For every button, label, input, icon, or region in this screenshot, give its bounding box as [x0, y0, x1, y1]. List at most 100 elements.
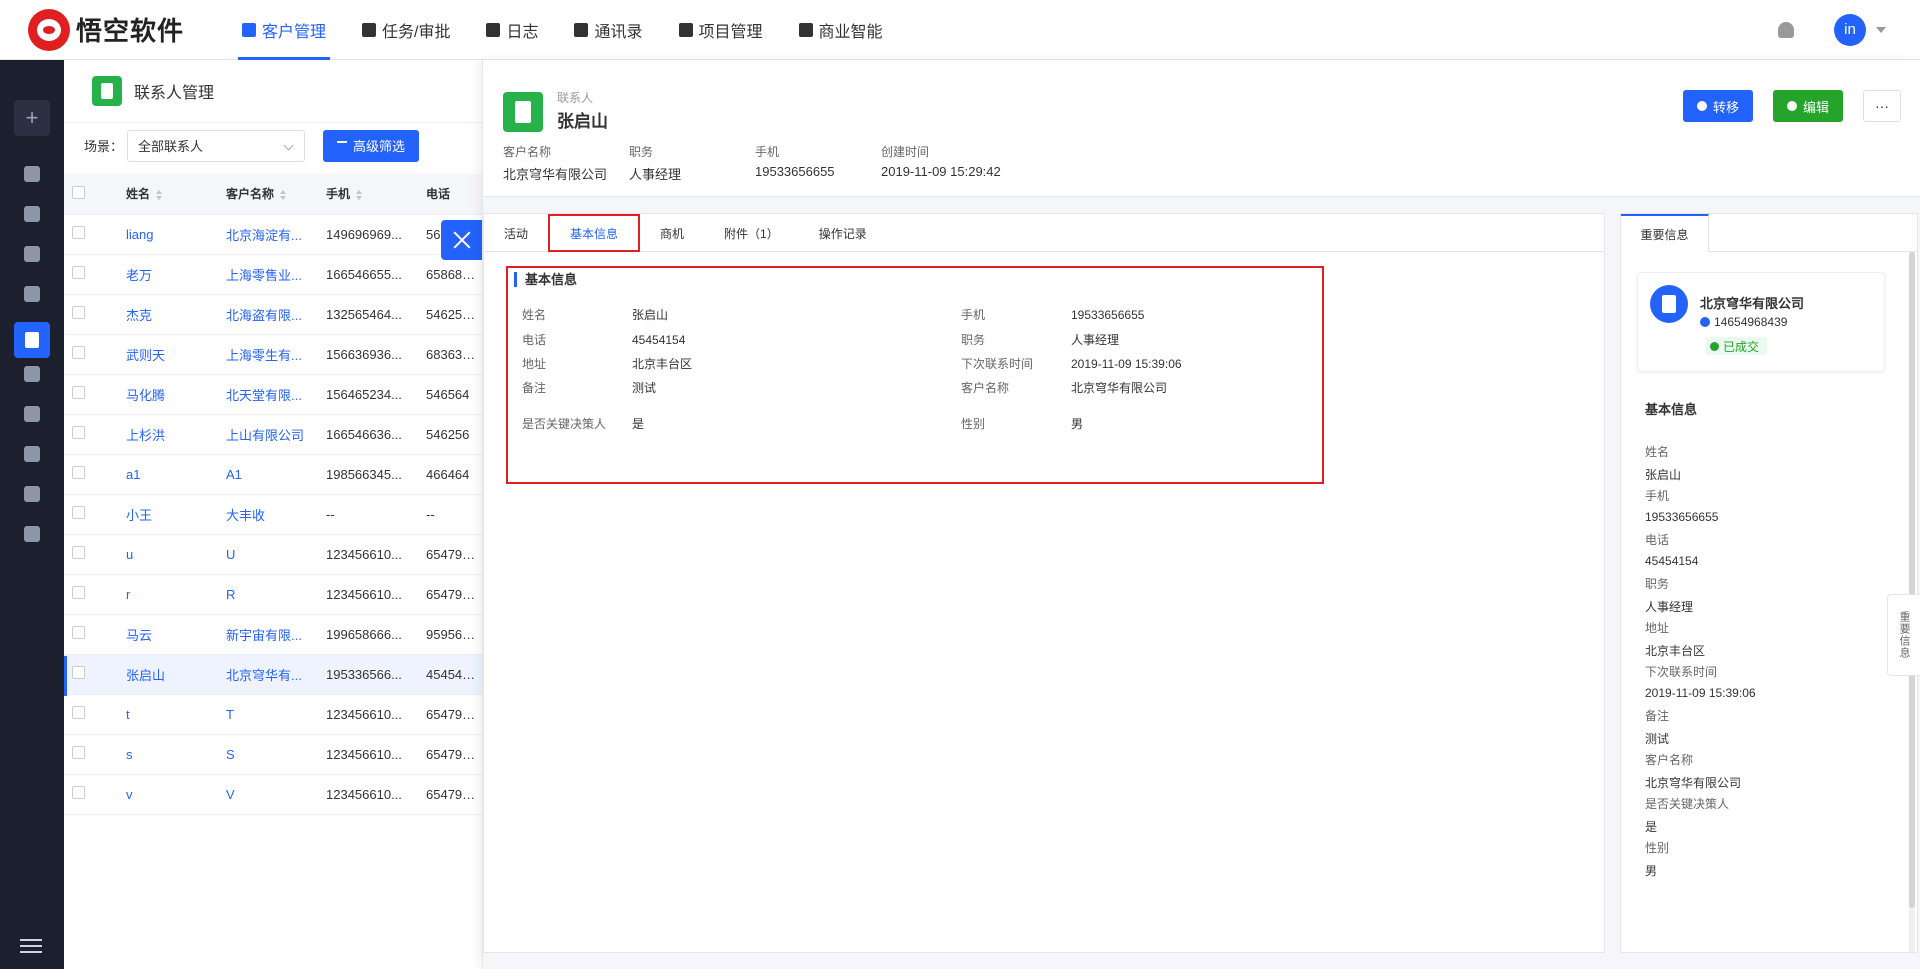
chevron-down-icon[interactable] [1876, 26, 1886, 33]
table-cell[interactable]: 北京海淀有... [218, 214, 318, 255]
transfer-button[interactable]: 转移 [1683, 90, 1753, 122]
bell-icon[interactable] [1778, 21, 1794, 38]
table-cell[interactable]: a1 [118, 454, 218, 495]
row-checkbox[interactable] [72, 546, 85, 559]
row-checkbox[interactable] [72, 386, 85, 399]
important-info-toggle[interactable]: 重要信息 [1887, 594, 1920, 676]
column-header[interactable]: 姓名 [118, 174, 218, 215]
collapse-menu-icon[interactable] [20, 939, 42, 953]
tab-3[interactable]: 附件（1） [704, 214, 799, 252]
table-row[interactable]: liang 北京海淀有... 149696969... 56... [64, 214, 484, 255]
contract-icon[interactable] [24, 446, 40, 462]
table-cell[interactable]: 杰克 [118, 294, 218, 335]
table-row[interactable]: 上杉洪 上山有限公司 166546636... 546256 [64, 414, 484, 455]
column-header[interactable]: 手机 [318, 174, 418, 215]
table-row[interactable]: 武则天 上海零生有... 156636936... 6836365... [64, 334, 484, 375]
select-all-checkbox[interactable] [72, 185, 85, 199]
sort-icon[interactable] [280, 190, 287, 201]
chat-icon[interactable] [24, 206, 40, 222]
table-cell[interactable]: s [118, 734, 218, 775]
table-cell[interactable]: 马化腾 [118, 374, 218, 415]
row-checkbox[interactable] [72, 786, 85, 799]
table-cell[interactable]: 新宇宙有限... [218, 614, 318, 655]
row-checkbox[interactable] [72, 226, 85, 239]
table-cell[interactable]: 上海零生有... [218, 334, 318, 375]
table-cell[interactable]: T [218, 694, 318, 735]
tab-2[interactable]: 商机 [640, 214, 704, 252]
opportunity-icon[interactable] [24, 366, 40, 382]
table-cell[interactable]: V [218, 774, 318, 815]
table-row[interactable]: s S 123456610... 6547915... [64, 734, 484, 775]
row-checkbox[interactable] [72, 466, 85, 479]
row-checkbox[interactable] [72, 706, 85, 719]
nav-item-2[interactable]: 日志 [468, 0, 556, 60]
table-cell[interactable]: r [118, 574, 218, 615]
nav-item-4[interactable]: 项目管理 [661, 0, 781, 60]
contacts-icon[interactable] [14, 322, 50, 358]
table-cell[interactable]: 武则天 [118, 334, 218, 375]
column-header[interactable]: 电话 [418, 174, 484, 215]
table-row[interactable]: 马化腾 北天堂有限... 156465234... 546564 [64, 374, 484, 415]
edit-button[interactable]: 编辑 [1773, 90, 1843, 122]
row-checkbox[interactable] [72, 266, 85, 279]
customer-icon[interactable] [24, 286, 40, 302]
table-cell[interactable]: u [118, 534, 218, 575]
tab-4[interactable]: 操作记录 [799, 214, 887, 252]
table-cell[interactable]: 大丰收 [218, 494, 318, 535]
table-row[interactable]: v V 123456610... 6547911... [64, 774, 484, 815]
tab-1[interactable]: 基本信息 [548, 214, 641, 252]
money-icon[interactable] [24, 406, 40, 422]
customer-name[interactable]: 北京穹华有限公司 [1700, 293, 1804, 312]
table-cell[interactable]: S [218, 734, 318, 775]
table-cell[interactable]: 北京穹华有... [218, 654, 318, 695]
table-cell[interactable]: 张启山 [118, 654, 218, 695]
row-checkbox[interactable] [72, 506, 85, 519]
table-cell[interactable]: 小王 [118, 494, 218, 535]
row-checkbox[interactable] [72, 666, 85, 679]
table-cell[interactable]: 上山有限公司 [218, 414, 318, 455]
table-cell[interactable]: A1 [218, 454, 318, 495]
table-cell[interactable]: 上海零售业... [218, 254, 318, 295]
payment-icon[interactable] [24, 486, 40, 502]
customer-card[interactable]: 北京穹华有限公司 14654968439 已成交 [1637, 272, 1885, 372]
table-cell[interactable]: 马云 [118, 614, 218, 655]
nav-item-3[interactable]: 通讯录 [556, 0, 660, 60]
row-checkbox[interactable] [72, 626, 85, 639]
table-row[interactable]: 杰克 北海盗有限... 132565464... 5462542... [64, 294, 484, 335]
dashboard-icon[interactable] [24, 166, 40, 182]
tab-important-info[interactable]: 重要信息 [1621, 214, 1709, 252]
avatar[interactable]: in [1834, 13, 1866, 46]
advanced-filter-button[interactable]: 高级筛选 [323, 129, 420, 162]
table-cell[interactable]: 上杉洪 [118, 414, 218, 455]
sort-icon[interactable] [356, 190, 363, 201]
table-cell[interactable]: U [218, 534, 318, 575]
more-button[interactable]: ··· [1863, 90, 1901, 122]
row-checkbox[interactable] [72, 306, 85, 319]
table-row[interactable]: 马云 新宇宙有限... 199658666... 9595655... [64, 614, 484, 655]
table-cell[interactable]: R [218, 574, 318, 615]
table-row[interactable]: r R 123456610... 6547916... [64, 574, 484, 615]
follow-up-icon[interactable] [24, 246, 40, 262]
table-row[interactable]: t T 123456610... 6547914... [64, 694, 484, 735]
table-cell[interactable]: v [118, 774, 218, 815]
table-row[interactable]: a1 A1 198566345... 466464 [64, 454, 484, 495]
table-row[interactable]: u U 123456610... 6547910... [64, 534, 484, 575]
close-detail-button[interactable] [441, 220, 483, 260]
scene-select[interactable]: 全部联系人 [127, 129, 306, 162]
sort-icon[interactable] [156, 190, 163, 201]
product-icon[interactable] [24, 526, 40, 542]
nav-item-1[interactable]: 任务/审批 [344, 0, 468, 60]
row-checkbox[interactable] [72, 426, 85, 439]
row-checkbox[interactable] [72, 586, 85, 599]
row-checkbox[interactable] [72, 346, 85, 359]
add-button[interactable]: + [14, 100, 50, 136]
table-row[interactable]: 老万 上海零售业... 166546655... 6586895... [64, 254, 484, 295]
table-cell[interactable]: liang [118, 214, 218, 255]
table-cell[interactable]: 老万 [118, 254, 218, 295]
nav-item-0[interactable]: 客户管理 [224, 0, 344, 60]
logo[interactable]: 悟空软件 [28, 8, 188, 51]
table-row[interactable]: 小王 大丰收 -- -- [64, 494, 484, 535]
table-cell[interactable]: 北海盗有限... [218, 294, 318, 335]
table-row[interactable]: 张启山 北京穹华有... 195336566... 4545415... [64, 654, 484, 695]
column-header[interactable]: 客户名称 [218, 174, 318, 215]
